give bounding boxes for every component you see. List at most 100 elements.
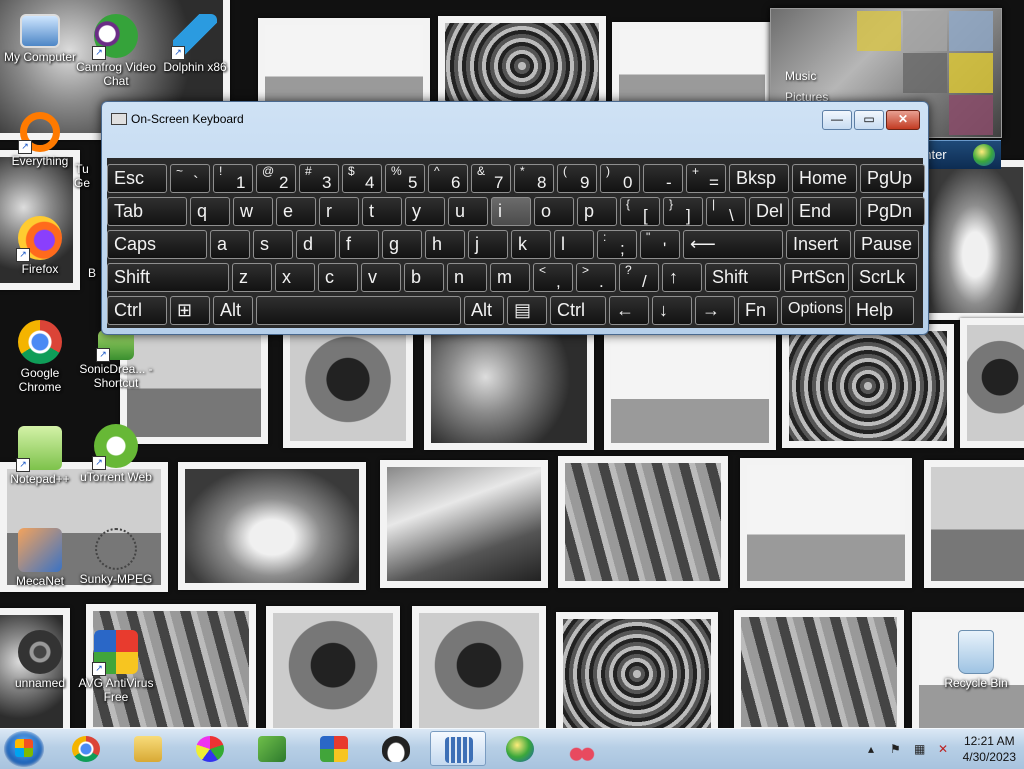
key-d[interactable]: d bbox=[296, 230, 336, 259]
taskbar-winrar[interactable] bbox=[306, 731, 362, 766]
key-w[interactable]: w bbox=[233, 197, 273, 226]
key-home[interactable]: Home bbox=[792, 164, 857, 193]
key-sym2-11[interactable]: " ' bbox=[640, 230, 680, 259]
taskbar-linux[interactable] bbox=[368, 731, 424, 766]
desktop-icon-chrome[interactable]: Google Chrome bbox=[0, 320, 80, 394]
key-6[interactable]: ^ 6 bbox=[428, 164, 468, 193]
start-button[interactable] bbox=[4, 731, 44, 767]
key-o[interactable]: o bbox=[534, 197, 574, 226]
on-screen-keyboard-window[interactable]: On-Screen Keyboard — ▭ ✕ Esc ~ `! 1 @2 #3 $4% 5… bbox=[101, 101, 929, 335]
key-sym2-10[interactable]: :; bbox=[597, 230, 637, 259]
key-sym1-13[interactable]: | \ bbox=[706, 197, 746, 226]
taskbar-chrome[interactable] bbox=[58, 731, 114, 766]
key-sym1-12[interactable]: }] bbox=[663, 197, 703, 226]
key-8[interactable]: * 8 bbox=[514, 164, 554, 193]
key-c[interactable]: c bbox=[318, 263, 358, 292]
gadget-item-music[interactable]: Music bbox=[785, 69, 816, 83]
key-sym3-11[interactable]: ↑ bbox=[662, 263, 702, 292]
key-insert[interactable]: Insert bbox=[786, 230, 851, 259]
volume-muted-icon[interactable]: ✕ bbox=[938, 742, 952, 756]
key-sym2-12[interactable]: ⟵ bbox=[683, 230, 783, 259]
key-3[interactable]: #3 bbox=[299, 164, 339, 193]
desktop-icon-partial-tu[interactable]: Tu Ge bbox=[62, 162, 102, 190]
key-sym0-13[interactable]: + = bbox=[686, 164, 726, 193]
key-r[interactable]: r bbox=[319, 197, 359, 226]
key-alt[interactable]: Alt bbox=[464, 296, 504, 325]
key-del[interactable]: Del bbox=[749, 197, 789, 226]
key-shift[interactable]: Shift bbox=[705, 263, 781, 292]
key-m[interactable]: m bbox=[490, 263, 530, 292]
key-sym4-1[interactable]: ⊞ bbox=[170, 296, 210, 325]
key-a[interactable]: a bbox=[210, 230, 250, 259]
desktop-icon-recycle-bin[interactable]: Recycle Bin bbox=[936, 630, 1016, 690]
show-hidden-icons-button[interactable]: ▴ bbox=[868, 742, 882, 756]
key-pause[interactable]: Pause bbox=[854, 230, 919, 259]
desktop-icon-my-computer[interactable]: My Computer bbox=[0, 10, 80, 64]
desktop-icon-utorrent[interactable]: ↗ uTorrent Web bbox=[76, 424, 156, 484]
key-v[interactable]: v bbox=[361, 263, 401, 292]
key-5[interactable]: % 5 bbox=[385, 164, 425, 193]
desktop-icon-avg[interactable]: ↗ AVG AntiVirus Free bbox=[76, 630, 156, 704]
key-sym3-10[interactable]: ? / bbox=[619, 263, 659, 292]
minimize-button[interactable]: — bbox=[822, 110, 852, 130]
close-button[interactable]: ✕ bbox=[886, 110, 920, 130]
taskbar-snipping[interactable] bbox=[554, 731, 610, 766]
desktop-icon-unnamed[interactable]: unnamed bbox=[0, 630, 80, 690]
key-i[interactable]: i bbox=[491, 197, 531, 226]
network-icon[interactable]: ▦ bbox=[914, 742, 928, 756]
key-sym4-7[interactable]: ← bbox=[609, 296, 649, 325]
key-sym4-9[interactable]: → bbox=[695, 296, 735, 325]
key-space[interactable] bbox=[256, 296, 461, 325]
key-sym4-5[interactable]: ▤ bbox=[507, 296, 547, 325]
key-options[interactable]: Options bbox=[781, 296, 846, 325]
key-fn[interactable]: Fn bbox=[738, 296, 778, 325]
key-pgdn[interactable]: PgDn bbox=[860, 197, 925, 226]
desktop-icon-mecanet[interactable]: MecaNet bbox=[0, 528, 80, 588]
key-sym4-8[interactable]: ↓ bbox=[652, 296, 692, 325]
key-f[interactable]: f bbox=[339, 230, 379, 259]
key-alt[interactable]: Alt bbox=[213, 296, 253, 325]
key-help[interactable]: Help bbox=[849, 296, 914, 325]
desktop-icon-dolphin[interactable]: ↗ Dolphin x86 bbox=[155, 14, 235, 74]
key-q[interactable]: q bbox=[190, 197, 230, 226]
key-z[interactable]: z bbox=[232, 263, 272, 292]
action-center-flag-icon[interactable]: ⚑ bbox=[890, 742, 904, 756]
restore-button[interactable]: ▭ bbox=[854, 110, 884, 130]
key-x[interactable]: x bbox=[275, 263, 315, 292]
key-b[interactable]: b bbox=[404, 263, 444, 292]
key-sym1-11[interactable]: {[ bbox=[620, 197, 660, 226]
key-p[interactable]: p bbox=[577, 197, 617, 226]
key-u[interactable]: u bbox=[448, 197, 488, 226]
key-sym0-1[interactable]: ~ ` bbox=[170, 164, 210, 193]
key-k[interactable]: k bbox=[511, 230, 551, 259]
key-0[interactable]: ) 0 bbox=[600, 164, 640, 193]
taskbar-windows-media[interactable] bbox=[492, 731, 548, 766]
key-h[interactable]: h bbox=[425, 230, 465, 259]
clock[interactable]: 12:21 AM 4/30/2023 bbox=[963, 733, 1016, 765]
key-7[interactable]: & 7 bbox=[471, 164, 511, 193]
key-t[interactable]: t bbox=[362, 197, 402, 226]
key-prtscn[interactable]: PrtScn bbox=[784, 263, 849, 292]
key-1[interactable]: ! 1 bbox=[213, 164, 253, 193]
key-caps[interactable]: Caps bbox=[107, 230, 207, 259]
key-pgup[interactable]: PgUp bbox=[860, 164, 925, 193]
key-ctrl[interactable]: Ctrl bbox=[107, 296, 167, 325]
desktop-icon-firefox[interactable]: ↗ Firefox bbox=[0, 216, 80, 276]
key-9[interactable]: (9 bbox=[557, 164, 597, 193]
osk-titlebar[interactable]: On-Screen Keyboard — ▭ ✕ bbox=[102, 102, 928, 136]
taskbar-explorer[interactable] bbox=[120, 731, 176, 766]
desktop-icon-sunky[interactable]: Sunky-MPEG bbox=[76, 528, 156, 586]
key-tab[interactable]: Tab bbox=[107, 197, 187, 226]
key-bksp[interactable]: Bksp bbox=[729, 164, 789, 193]
key-2[interactable]: @2 bbox=[256, 164, 296, 193]
key-y[interactable]: y bbox=[405, 197, 445, 226]
key-ctrl[interactable]: Ctrl bbox=[550, 296, 606, 325]
key-scrlk[interactable]: ScrLk bbox=[852, 263, 917, 292]
key-end[interactable]: End bbox=[792, 197, 857, 226]
key-sym0-12[interactable]: - bbox=[643, 164, 683, 193]
key-sym3-9[interactable]: >. bbox=[576, 263, 616, 292]
desktop-icon-sonic[interactable]: ↗ SonicDrea... - Shortcut bbox=[76, 330, 156, 390]
key-e[interactable]: e bbox=[276, 197, 316, 226]
desktop-icon-notepadpp[interactable]: ↗ Notepad++ bbox=[0, 426, 80, 486]
desktop-icon-camfrog[interactable]: ↗ Camfrog Video Chat bbox=[76, 14, 156, 88]
